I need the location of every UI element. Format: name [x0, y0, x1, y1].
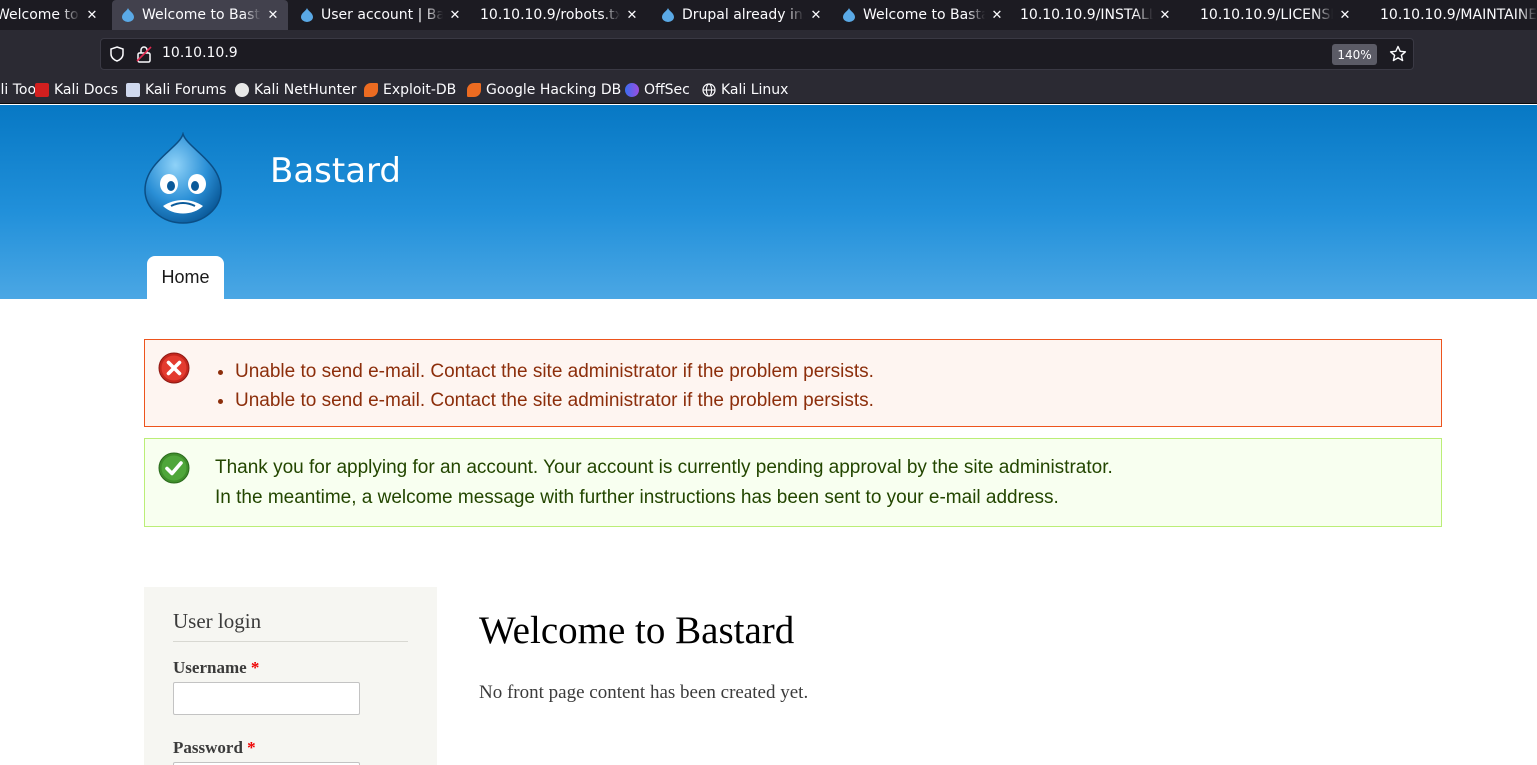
tab-title: User account | Bastard	[321, 7, 443, 23]
user-login-block: User login Username * Password *	[144, 587, 437, 765]
exploit-db-icon	[364, 83, 378, 97]
bookmark-kali-linux[interactable]: Kali Linux	[702, 80, 788, 100]
offsec-icon	[625, 83, 639, 97]
url-text[interactable]: 10.10.10.9	[162, 45, 238, 61]
close-icon[interactable]: ✕	[265, 7, 281, 23]
status-message: Thank you for applying for an account. Y…	[144, 438, 1442, 527]
tab-title: 10.10.10.9/INSTALL.txt	[1020, 7, 1153, 23]
browser-tab[interactable]: User account | Bastard ✕	[300, 0, 464, 30]
check-icon	[158, 452, 190, 484]
close-icon[interactable]: ✕	[989, 7, 1005, 23]
bookmark-google-hacking-db[interactable]: Google Hacking DB	[467, 80, 621, 100]
tab-title: 10.10.10.9/robots.txt	[480, 7, 620, 23]
password-label-text: Password	[173, 738, 243, 757]
browser-tab[interactable]: 10.10.10.9/LICENSE.txt ✕	[1200, 0, 1364, 30]
site-name[interactable]: Bastard	[270, 151, 401, 191]
kali-forums-icon	[126, 83, 140, 97]
browser-tab[interactable]: Drupal already installed ✕	[661, 0, 825, 30]
close-icon[interactable]: ✕	[624, 7, 640, 23]
drupal-icon	[662, 8, 674, 22]
close-icon[interactable]: ✕	[1157, 7, 1173, 23]
bookmark-star-icon[interactable]	[1387, 43, 1409, 65]
bookmark-exploit-db[interactable]: Exploit-DB	[364, 80, 456, 100]
required-marker: *	[250, 658, 260, 677]
required-marker: *	[247, 738, 256, 757]
front-page-text: No front page content has been created y…	[479, 682, 809, 703]
globe-icon	[702, 83, 716, 97]
drupal-icon	[843, 8, 855, 22]
nav-home-tab[interactable]: Home	[147, 256, 224, 299]
tab-title: Drupal already installed	[682, 7, 804, 23]
browser-tab[interactable]: 10.10.10.9/robots.txt ✕	[480, 0, 644, 30]
close-icon[interactable]: ✕	[1337, 7, 1353, 23]
tab-title: Welcome to Bastard	[863, 7, 985, 23]
page-title: Welcome to Bastard	[479, 609, 795, 652]
drupal-icon	[301, 8, 313, 22]
bookmark-kali-docs[interactable]: Kali Docs	[35, 80, 118, 100]
bookmarks-toolbar: Kali Tools Kali Docs Kali Forums Kali Ne…	[0, 76, 1537, 104]
error-item: Unable to send e-mail. Contact the site …	[235, 357, 874, 386]
url-bar[interactable]: 10.10.10.9 140%	[100, 38, 1414, 70]
bookmark-label: Kali NetHunter	[254, 82, 357, 98]
bookmark-kali-nethunter[interactable]: Kali NetHunter	[235, 80, 356, 100]
bookmark-label: Google Hacking DB	[486, 82, 622, 98]
shield-icon[interactable]	[109, 46, 125, 62]
browser-tab[interactable]: 10.10.10.9/INSTALL.txt ✕	[1020, 0, 1184, 30]
browser-tab-active[interactable]: Welcome to Bastard ✕	[112, 0, 288, 30]
browser-tab[interactable]: 10.10.10.9/MAINTAINERS.txt	[1380, 0, 1537, 30]
browser-navbar: 10.10.10.9 140%	[0, 30, 1537, 76]
bookmark-label: Kali Docs	[54, 82, 119, 98]
divider	[173, 641, 408, 642]
browser-tab[interactable]: Welcome to Bastard ✕	[0, 0, 102, 30]
error-icon	[158, 352, 190, 384]
error-list: Unable to send e-mail. Contact the site …	[235, 357, 874, 415]
bookmark-label: Kali Forums	[145, 82, 227, 98]
tab-title: Welcome to Bastard	[0, 7, 80, 23]
password-label: Password *	[173, 738, 256, 758]
close-icon[interactable]: ✕	[447, 7, 463, 23]
bookmark-label: Exploit-DB	[383, 82, 457, 98]
close-icon[interactable]: ✕	[84, 7, 100, 23]
tab-title: 10.10.10.9/LICENSE.txt	[1200, 7, 1333, 23]
error-messages: Unable to send e-mail. Contact the site …	[144, 339, 1442, 427]
bookmark-label: Kali Linux	[721, 82, 789, 98]
tab-title: Welcome to Bastard	[142, 7, 261, 23]
site-header: Bastard Home	[0, 105, 1537, 299]
kali-docs-icon	[35, 83, 49, 97]
error-item: Unable to send e-mail. Contact the site …	[235, 386, 874, 415]
nethunter-icon	[235, 83, 249, 97]
username-label-text: Username	[173, 658, 247, 677]
bookmark-label: OffSec	[644, 82, 690, 98]
close-icon[interactable]: ✕	[808, 7, 824, 23]
block-title: User login	[173, 609, 262, 633]
username-label: Username *	[173, 658, 259, 678]
browser-tab[interactable]: Welcome to Bastard ✕	[842, 0, 1006, 30]
status-line: Thank you for applying for an account. Y…	[215, 457, 1113, 478]
username-input[interactable]	[173, 682, 360, 715]
browser-tab-strip: Welcome to Bastard ✕ Welcome to Bastard …	[0, 0, 1537, 30]
bookmark-offsec[interactable]: OffSec	[625, 80, 690, 100]
bookmark-kali-forums[interactable]: Kali Forums	[126, 80, 226, 100]
status-line: In the meantime, a welcome message with …	[215, 487, 1059, 508]
zoom-level-button[interactable]: 140%	[1332, 44, 1377, 65]
drupal-logo-icon[interactable]	[141, 132, 225, 224]
tab-title: 10.10.10.9/MAINTAINERS.txt	[1380, 7, 1537, 23]
ghdb-icon	[467, 83, 481, 97]
drupal-icon	[122, 8, 134, 22]
insecure-lock-icon[interactable]	[136, 45, 152, 63]
